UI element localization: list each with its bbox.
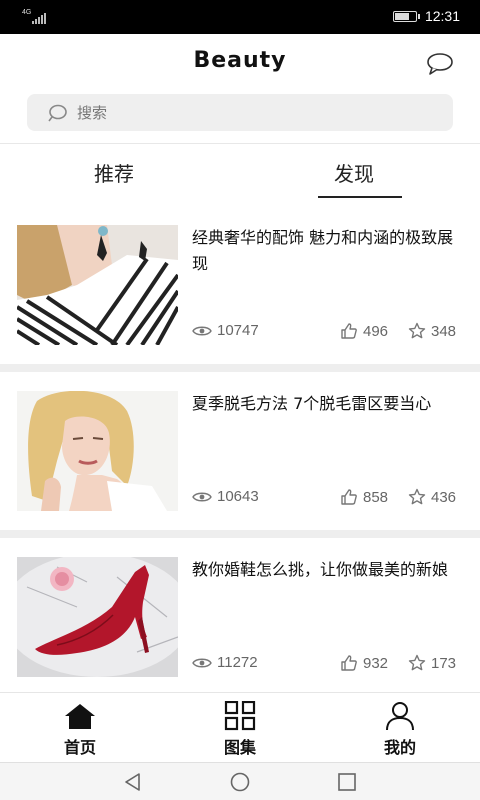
nav-home-label: 首页: [63, 738, 96, 757]
tab-recommend[interactable]: 推荐: [94, 158, 134, 198]
network-type: 4G: [22, 9, 32, 16]
article-stats: 10747 496 348: [192, 322, 464, 342]
star-icon: [408, 654, 426, 671]
thumbs-up-icon: [341, 323, 357, 339]
eye-icon: [192, 326, 212, 335]
status-bar: 4G 12:31: [0, 0, 480, 34]
nav-gallery[interactable]: 图集: [160, 693, 320, 763]
views-value: 10643: [217, 488, 259, 505]
star-icon: [408, 322, 426, 339]
article-card[interactable]: 夏季脱毛方法 7个脱毛雷区要当心 10643 858 436: [0, 372, 480, 528]
likes-count[interactable]: 496: [340, 322, 388, 340]
likes-value: 858: [363, 488, 389, 506]
eye-icon: [192, 492, 212, 501]
search-placeholder: 搜索: [77, 104, 108, 122]
nav-profile-label: 我的: [383, 738, 416, 757]
bottom-nav: 首页 图集 我的: [0, 692, 480, 762]
recents-icon[interactable]: [336, 771, 358, 793]
status-time: 12:31: [424, 8, 460, 24]
tab-bar: 推荐 发现: [0, 144, 480, 204]
grid-icon: [224, 701, 256, 731]
star-icon: [408, 488, 426, 505]
article-title: 夏季脱毛方法 7个脱毛雷区要当心: [192, 394, 432, 413]
favorites-value: 173: [431, 654, 457, 672]
eye-icon: [192, 658, 212, 667]
article-stats: 10643 858 436: [192, 488, 464, 508]
favorites-count[interactable]: 348: [408, 322, 456, 340]
article-title: 经典奢华的配饰 魅力和内涵的极致展现: [192, 228, 454, 273]
home-circle-icon[interactable]: [229, 771, 251, 793]
user-icon: [386, 702, 414, 731]
article-thumbnail: [17, 391, 178, 511]
article-thumbnail: [17, 225, 178, 345]
thumbs-up-icon: [341, 489, 357, 505]
divider: [0, 364, 480, 372]
article-card[interactable]: 教你婚鞋怎么挑，让你做最美的新娘 11272 932 173: [0, 538, 480, 694]
views-value: 10747: [217, 322, 259, 339]
views-value: 11272: [217, 654, 258, 671]
home-icon: [65, 704, 95, 729]
favorites-count[interactable]: 436: [408, 488, 456, 506]
nav-home[interactable]: 首页: [0, 693, 160, 763]
search-icon: [48, 104, 67, 121]
article-stats: 11272 932 173: [192, 654, 464, 674]
back-icon[interactable]: [122, 771, 144, 793]
search-input[interactable]: 搜索: [27, 94, 453, 131]
article-title: 教你婚鞋怎么挑，让你做最美的新娘: [192, 560, 449, 579]
views-count: 10747: [192, 322, 259, 339]
nav-gallery-label: 图集: [223, 738, 256, 757]
views-count: 11272: [192, 654, 258, 671]
favorites-count[interactable]: 173: [408, 654, 456, 672]
favorites-value: 436: [431, 488, 457, 506]
views-count: 10643: [192, 488, 259, 505]
signal-bars-icon: [32, 13, 46, 24]
nav-profile[interactable]: 我的: [320, 693, 480, 763]
likes-value: 932: [363, 654, 389, 672]
tab-discover[interactable]: 发现: [334, 158, 374, 198]
divider: [0, 530, 480, 538]
battery-icon: [392, 10, 420, 22]
thumbs-up-icon: [341, 655, 357, 671]
likes-count[interactable]: 858: [340, 488, 388, 506]
chat-bubble-icon[interactable]: [426, 52, 454, 76]
system-nav-bar: [0, 762, 480, 800]
likes-value: 496: [363, 322, 389, 340]
likes-count[interactable]: 932: [340, 654, 388, 672]
active-tab-indicator: [318, 196, 402, 198]
app-header: Beauty: [0, 34, 480, 92]
app-title: Beauty: [193, 48, 287, 73]
article-thumbnail: [17, 557, 178, 677]
article-card[interactable]: 经典奢华的配饰 魅力和内涵的极致展现 10747 496 348: [0, 210, 480, 366]
favorites-value: 348: [431, 322, 457, 340]
